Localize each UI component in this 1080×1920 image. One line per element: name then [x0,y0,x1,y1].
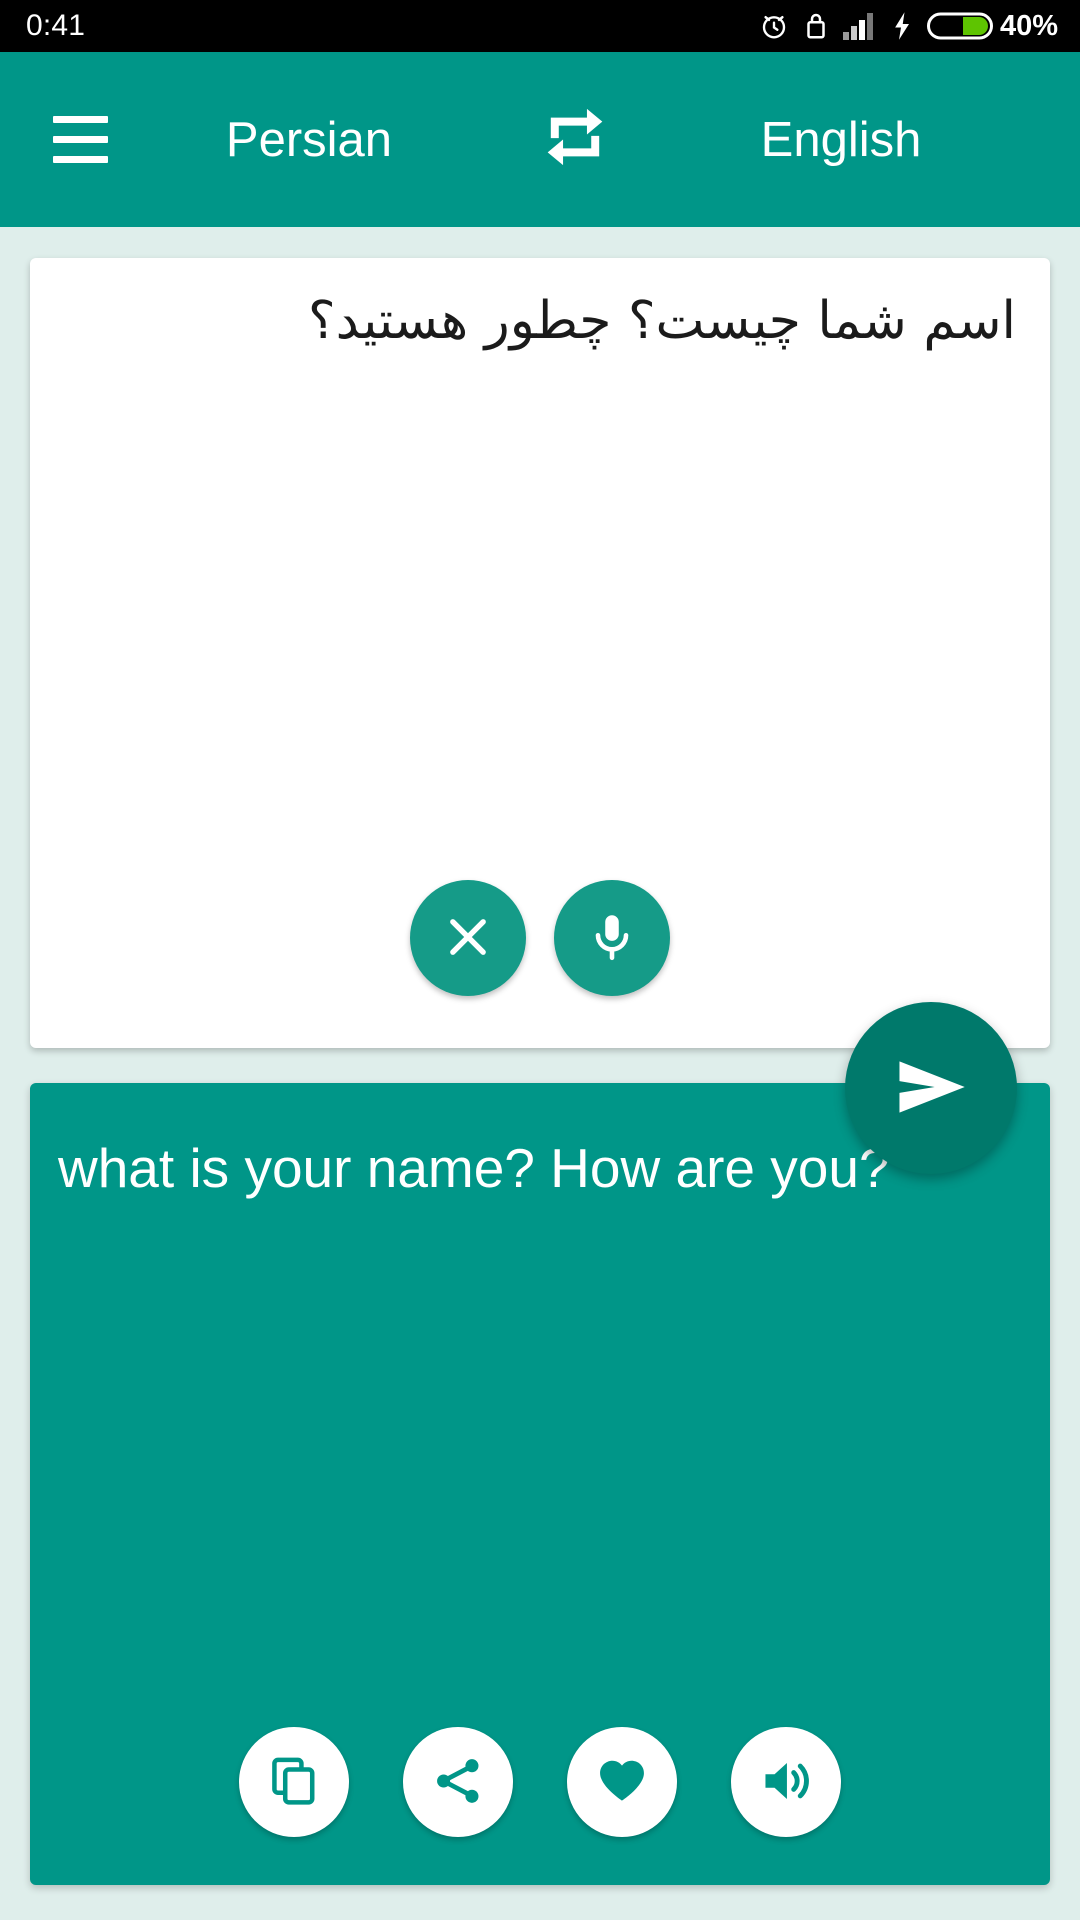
speaker-icon [758,1753,814,1812]
app-bar: Persian English [0,52,1080,227]
target-text-panel[interactable]: what is your name? How are you? [30,1083,1050,1885]
copy-icon [267,1754,321,1811]
status-bar-icons [759,10,993,42]
target-action-bar [30,1727,1050,1837]
microphone-icon [583,908,641,969]
status-bar: 0:41 40% [0,0,1080,52]
heart-icon [594,1753,650,1812]
source-text-panel[interactable]: اسم شما چیست؟ چطور هستید؟ [30,258,1050,1048]
send-icon [887,1043,975,1134]
speak-button[interactable] [731,1727,841,1837]
close-icon [440,909,496,968]
translate-send-button[interactable] [845,1002,1017,1174]
status-bar-clock: 0:41 [26,9,86,42]
charging-bolt-icon [892,11,912,41]
voice-input-button[interactable] [554,880,670,996]
copy-button[interactable] [239,1727,349,1837]
swap-languages-icon [538,100,612,179]
battery-icon [926,10,993,42]
lock-icon [804,11,828,41]
share-button[interactable] [403,1727,513,1837]
source-language-selector[interactable]: Persian [98,112,520,168]
favorite-button[interactable] [567,1727,677,1837]
share-icon [431,1754,485,1811]
swap-languages-button[interactable] [520,90,630,190]
alarm-icon [759,11,789,41]
clear-text-button[interactable] [410,880,526,996]
source-text-input[interactable]: اسم شما چیست؟ چطور هستید؟ [64,286,1016,356]
source-action-bar [30,880,1050,996]
signal-icon [842,11,877,41]
target-language-selector[interactable]: English [630,112,1052,168]
battery-percent-label: 40% [999,9,1058,42]
